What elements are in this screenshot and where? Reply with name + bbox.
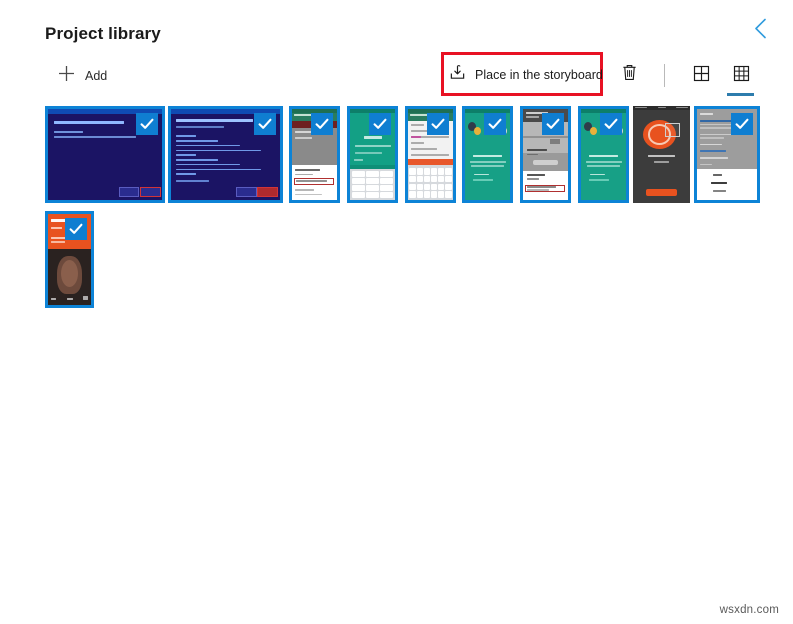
back-button[interactable]	[743, 14, 777, 48]
toolbar-divider	[664, 64, 665, 87]
delete-button[interactable]	[617, 61, 641, 89]
selected-check-badge	[65, 218, 87, 240]
thumbnail-item[interactable]	[347, 106, 398, 203]
thumbnail-preview	[633, 106, 690, 203]
thumbnail-item[interactable]	[405, 106, 456, 203]
selected-check-badge	[542, 113, 564, 135]
thumbnail-item[interactable]	[694, 106, 760, 203]
selected-check-badge	[369, 113, 391, 135]
trash-icon	[621, 63, 638, 87]
watermark: wsxdn.com	[719, 604, 779, 616]
thumbnail-item[interactable]	[45, 211, 94, 308]
add-button[interactable]: Add	[58, 58, 107, 94]
thumbnail-item[interactable]	[633, 106, 690, 203]
selected-check-badge	[254, 113, 276, 135]
view-toggle-small-grid[interactable]	[686, 61, 716, 91]
grid-2x2-icon	[693, 65, 710, 87]
selected-check-badge	[600, 113, 622, 135]
selected-check-badge	[136, 113, 158, 135]
selected-check-badge	[731, 113, 753, 135]
view-toggle-large-grid[interactable]	[726, 61, 756, 91]
thumbnail-item[interactable]	[520, 106, 571, 203]
thumbnail-item[interactable]	[168, 106, 283, 203]
place-in-storyboard-button[interactable]: Place in the storyboard	[449, 60, 603, 90]
add-button-label: Add	[85, 69, 108, 83]
thumbnail-item[interactable]	[462, 106, 513, 203]
place-in-storyboard-icon	[449, 64, 466, 86]
selected-check-badge	[484, 113, 506, 135]
place-in-storyboard-label: Place in the storyboard	[475, 68, 603, 82]
thumbnail-item[interactable]	[578, 106, 629, 203]
page-title: Project library	[45, 24, 161, 43]
selected-check-badge	[427, 113, 449, 135]
thumbnail-item[interactable]	[289, 106, 340, 203]
plus-icon	[58, 65, 75, 87]
selected-check-badge	[311, 113, 333, 135]
thumbnail-item[interactable]	[45, 106, 165, 203]
grid-3x3-icon	[733, 65, 750, 87]
active-view-indicator	[727, 93, 754, 96]
chevron-left-icon	[754, 18, 767, 44]
command-bar: Add Place in the storyboard	[0, 52, 793, 96]
